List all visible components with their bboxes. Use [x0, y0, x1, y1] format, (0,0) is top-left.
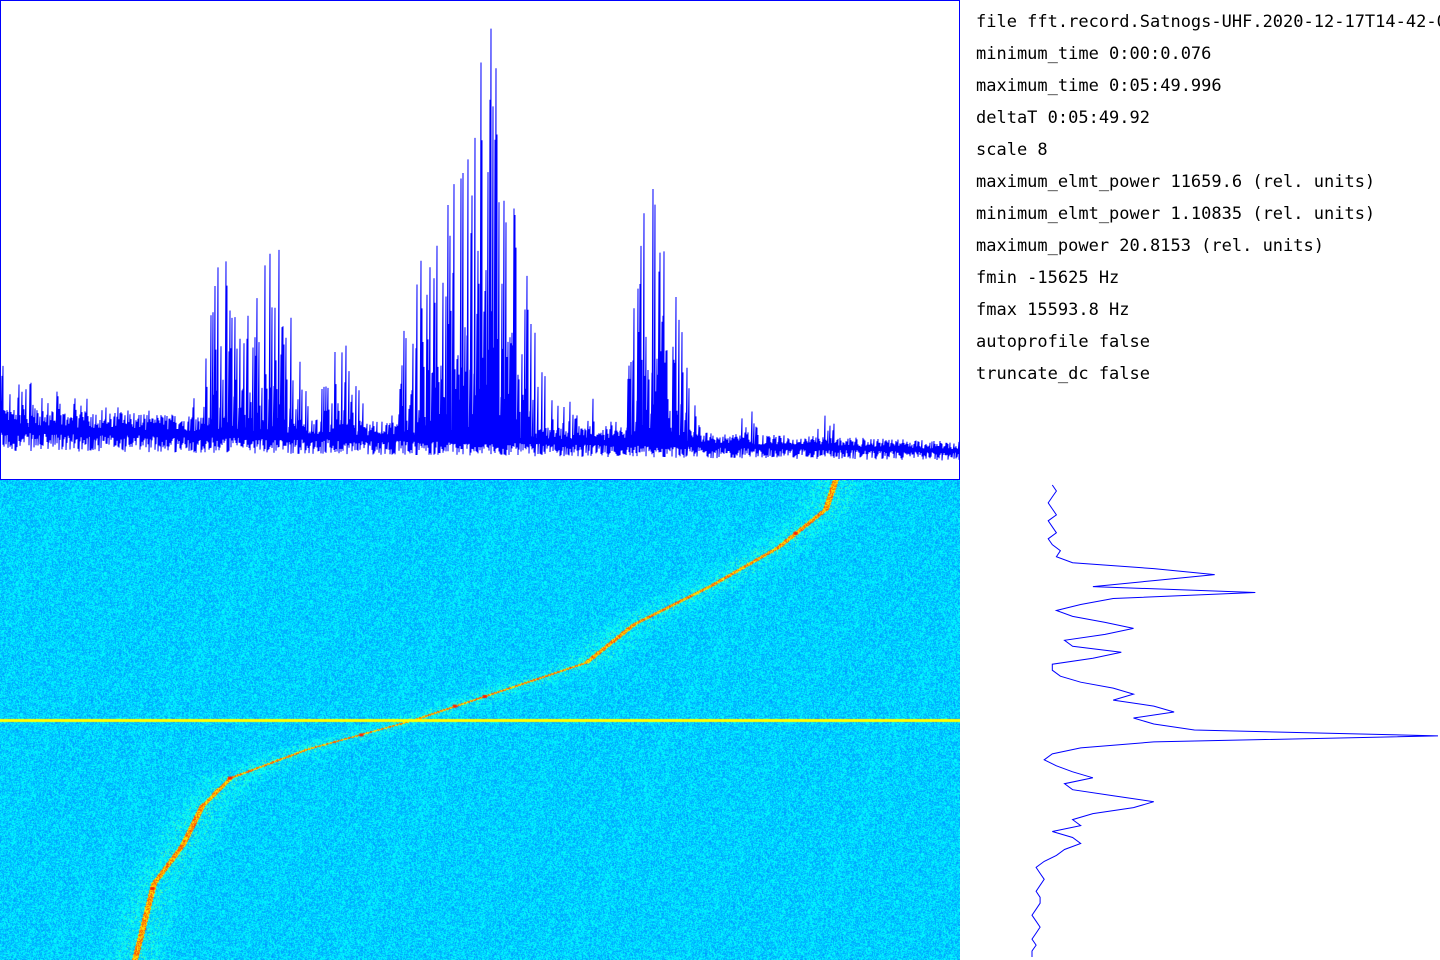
spectrum-svg	[1, 28, 959, 461]
spectrum-trace	[1, 28, 959, 461]
time-profile-trace	[1031, 484, 1439, 957]
info-maximum-time: maximum_time 0:05:49.996	[976, 76, 1222, 96]
info-autoprofile: autoprofile false	[976, 332, 1150, 352]
info-fmin: fmin -15625 Hz	[976, 268, 1120, 288]
info-fmax: fmax 15593.8 Hz	[976, 300, 1130, 320]
info-scale: scale 8	[976, 140, 1048, 160]
info-minimum-elmt-power: minimum_elmt_power 1.10835 (rel. units)	[976, 204, 1376, 224]
info-truncate-dc: truncate_dc false	[976, 364, 1150, 384]
time-profile-plot	[1031, 484, 1439, 957]
info-panel: file fft.record.Satnogs-UHF.2020-12-17T1…	[976, 10, 1440, 400]
info-minimum-time: minimum_time 0:00:0.076	[976, 44, 1212, 64]
info-maximum-power: maximum_power 20.8153 (rel. units)	[976, 236, 1324, 256]
info-maximum-elmt-power: maximum_elmt_power 11659.6 (rel. units)	[976, 172, 1376, 192]
info-delta-t: deltaT 0:05:49.92	[976, 108, 1150, 128]
waterfall-spectrogram	[0, 480, 960, 960]
info-file: file fft.record.Satnogs-UHF.2020-12-17T1…	[976, 12, 1440, 32]
spectrum-plot	[0, 0, 960, 480]
